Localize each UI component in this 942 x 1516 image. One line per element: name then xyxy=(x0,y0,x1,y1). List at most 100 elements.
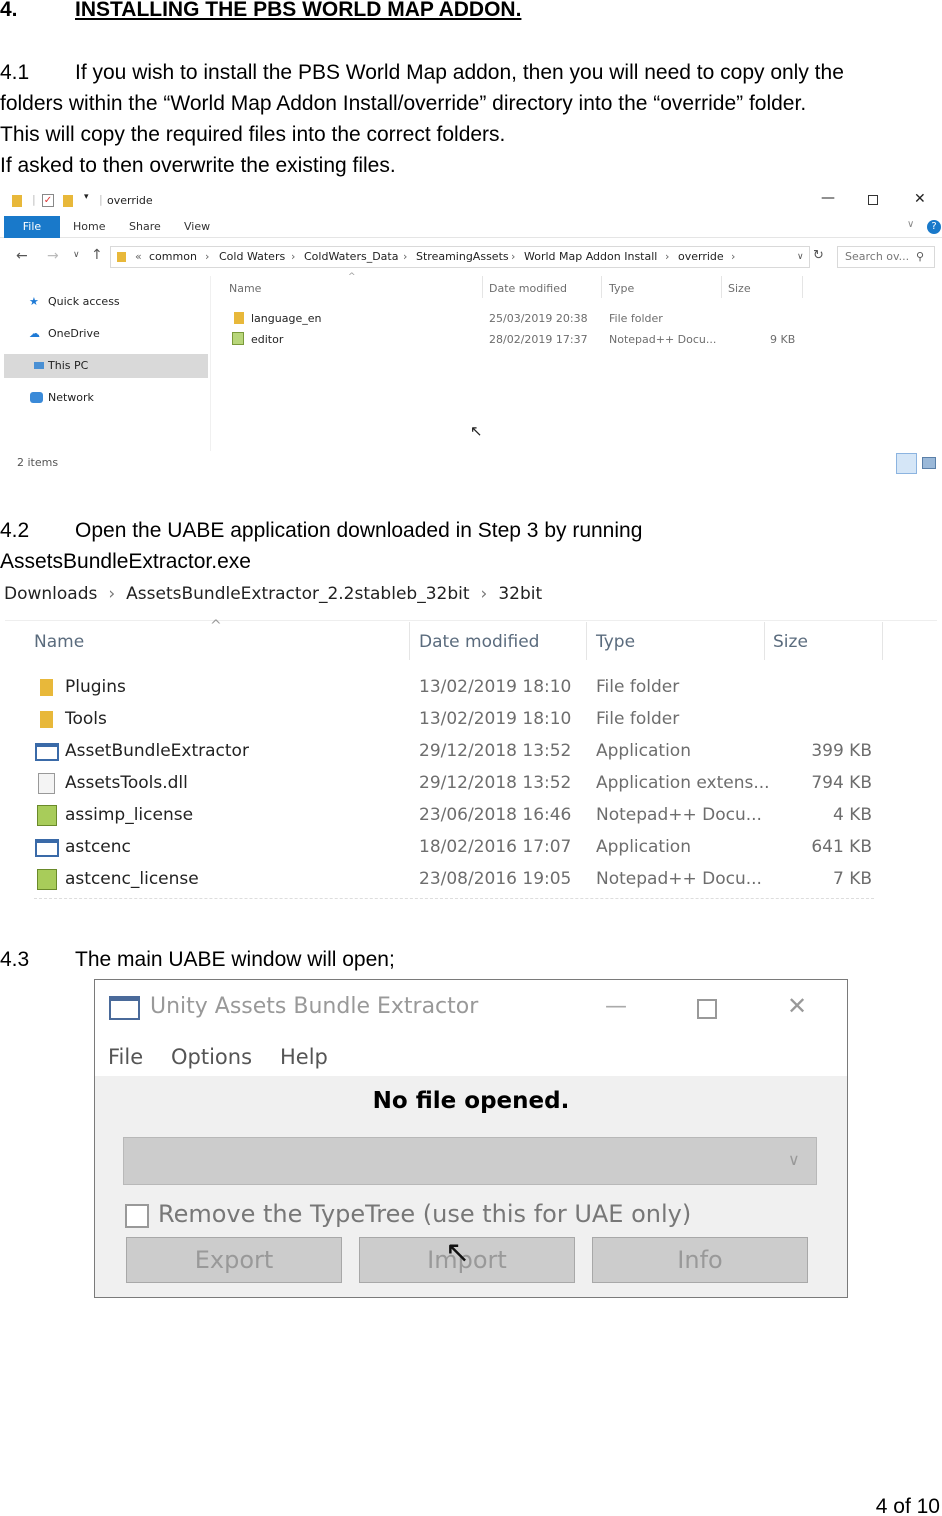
column-separator[interactable] xyxy=(721,276,722,298)
forward-arrow-icon[interactable]: → xyxy=(47,248,59,264)
file-date: 18/02/2016 17:07 xyxy=(419,837,572,857)
file-type: File folder xyxy=(609,312,663,325)
step-4-3-paragraph: 4.3 The main UABE window will open; xyxy=(0,944,395,975)
chevron-right-icon: › xyxy=(511,250,516,263)
tab-file[interactable]: File xyxy=(4,216,60,238)
properties-icon[interactable]: ✓ xyxy=(42,194,54,207)
column-header-size[interactable]: Size xyxy=(773,632,808,652)
separator: | xyxy=(99,193,103,206)
column-header-name[interactable]: Name xyxy=(229,281,261,297)
breadcrumb-segment[interactable]: 32bit xyxy=(498,584,542,604)
step-number: 4.1 xyxy=(0,61,30,84)
address-segment[interactable]: World Map Addon Install xyxy=(524,247,657,267)
nav-item-network[interactable]: Network xyxy=(4,386,208,410)
window-title: Unity Assets Bundle Extractor xyxy=(150,994,479,1019)
column-header-date[interactable]: Date modified xyxy=(419,632,539,652)
minimize-icon[interactable]: — xyxy=(821,190,835,206)
breadcrumb-segment[interactable]: Downloads xyxy=(4,584,97,604)
close-icon[interactable]: ✕ xyxy=(787,992,807,1020)
file-size: 7 KB xyxy=(832,869,872,889)
list-cutoff xyxy=(34,898,874,902)
column-header-type[interactable]: Type xyxy=(596,632,635,652)
step-4-2-paragraph: 4.2 Open the UABE application downloaded … xyxy=(0,515,642,577)
recent-locations-icon[interactable]: ∨ xyxy=(73,250,80,260)
tab-share[interactable]: Share xyxy=(129,216,161,238)
address-segment[interactable]: StreamingAssets xyxy=(416,247,509,267)
table-row[interactable]: AssetBundleExtractor 29/12/2018 13:52 Appl… xyxy=(30,740,880,766)
new-folder-icon[interactable] xyxy=(63,195,73,207)
file-date: 29/12/2018 13:52 xyxy=(419,773,572,793)
nav-item-quick-access[interactable]: ★ Quick access xyxy=(4,290,208,314)
address-segment[interactable]: override xyxy=(678,247,724,267)
details-view-icon[interactable] xyxy=(896,453,917,474)
file-date: 23/06/2018 16:46 xyxy=(419,805,572,825)
section-title: INSTALLING THE PBS WORLD MAP ADDON. xyxy=(75,0,522,21)
separator: | xyxy=(32,193,36,206)
info-button[interactable]: Info xyxy=(592,1237,808,1283)
address-segment[interactable]: ColdWaters_Data xyxy=(304,247,398,267)
quick-access-dropdown-icon[interactable]: ▾ xyxy=(84,192,89,202)
maximize-icon[interactable] xyxy=(868,195,878,205)
file-type: Notepad++ Docu... xyxy=(596,869,762,889)
remove-typetree-checkbox[interactable] xyxy=(125,1204,149,1228)
network-icon xyxy=(30,392,43,403)
star-icon: ★ xyxy=(29,295,39,308)
table-row[interactable]: editor 28/02/2019 17:37 Notepad++ Docu..… xyxy=(225,331,805,349)
table-row[interactable]: astcenc 18/02/2016 17:07 Application 641 KB xyxy=(30,836,880,862)
search-input[interactable]: Search ov... ⚲ xyxy=(837,246,935,268)
column-separator[interactable] xyxy=(586,622,587,660)
column-separator[interactable] xyxy=(882,622,883,660)
column-separator[interactable] xyxy=(409,622,410,660)
chevron-right-icon: › xyxy=(665,250,670,263)
ribbon-expand-icon[interactable]: ∨ xyxy=(907,219,914,230)
back-arrow-icon[interactable]: ← xyxy=(16,248,28,264)
menu-help[interactable]: Help xyxy=(280,1045,328,1069)
table-row[interactable]: assimp_license 23/06/2018 16:46 Notepad++ … xyxy=(30,804,880,830)
tab-view[interactable]: View xyxy=(184,216,210,238)
column-header-type[interactable]: Type xyxy=(609,281,634,297)
column-separator[interactable] xyxy=(601,276,602,298)
address-bar[interactable]: « common › Cold Waters › ColdWaters_Data… xyxy=(110,246,810,268)
folder-icon xyxy=(12,195,22,207)
file-size: 794 KB xyxy=(811,773,872,793)
table-row[interactable]: AssetsTools.dll 29/12/2018 13:52 Applicati… xyxy=(30,772,880,798)
address-dropdown-icon[interactable]: ∨ xyxy=(797,247,804,267)
tab-home[interactable]: Home xyxy=(73,216,105,238)
breadcrumb-segment[interactable]: AssetsBundleExtractor_2.2stableb_32bit xyxy=(126,584,469,604)
close-icon[interactable]: ✕ xyxy=(914,191,926,207)
file-selector-dropdown[interactable]: ∨ xyxy=(123,1137,817,1185)
file-type: Notepad++ Docu... xyxy=(609,333,717,346)
table-row[interactable]: Plugins 13/02/2019 18:10 File folder xyxy=(30,676,880,702)
nav-item-this-pc[interactable]: This PC xyxy=(4,354,208,378)
file-type: Application xyxy=(596,837,691,857)
file-type: Application xyxy=(596,741,691,761)
column-separator[interactable] xyxy=(482,276,483,298)
help-icon[interactable]: ? xyxy=(927,220,941,234)
menu-file[interactable]: File xyxy=(108,1045,143,1069)
menu-options[interactable]: Options xyxy=(171,1045,252,1069)
table-row[interactable]: astcenc_license 23/08/2016 19:05 Notepad++… xyxy=(30,868,880,894)
column-header-name[interactable]: Name xyxy=(34,632,84,652)
file-name: astcenc_license xyxy=(65,869,199,889)
column-separator[interactable] xyxy=(802,276,803,298)
file-date: 28/02/2019 17:37 xyxy=(489,333,588,346)
refresh-icon[interactable]: ↻ xyxy=(813,248,824,263)
large-icons-view-icon[interactable] xyxy=(922,457,936,469)
column-header-date[interactable]: Date modified xyxy=(489,281,567,297)
address-segment[interactable]: Cold Waters xyxy=(219,247,285,267)
column-separator[interactable] xyxy=(764,622,765,660)
search-placeholder: Search ov... xyxy=(845,250,910,263)
column-header-size[interactable]: Size xyxy=(728,281,751,297)
minimize-icon[interactable]: — xyxy=(605,994,627,1019)
export-button[interactable]: Export xyxy=(126,1237,342,1283)
title-bar: Unity Assets Bundle Extractor — ✕ xyxy=(95,980,847,1040)
maximize-icon[interactable] xyxy=(697,999,717,1019)
nav-item-onedrive[interactable]: ☁ OneDrive xyxy=(4,322,208,346)
address-segment[interactable]: common xyxy=(149,247,197,267)
up-arrow-icon[interactable]: ↑ xyxy=(91,247,103,263)
table-row[interactable]: language_en 25/03/2019 20:38 File folder xyxy=(225,310,805,328)
address-overflow[interactable]: « xyxy=(135,247,142,267)
table-row[interactable]: Tools 13/02/2019 18:10 File folder xyxy=(30,708,880,734)
file-size: 9 KB xyxy=(770,333,796,346)
chevron-right-icon: › xyxy=(291,250,296,263)
